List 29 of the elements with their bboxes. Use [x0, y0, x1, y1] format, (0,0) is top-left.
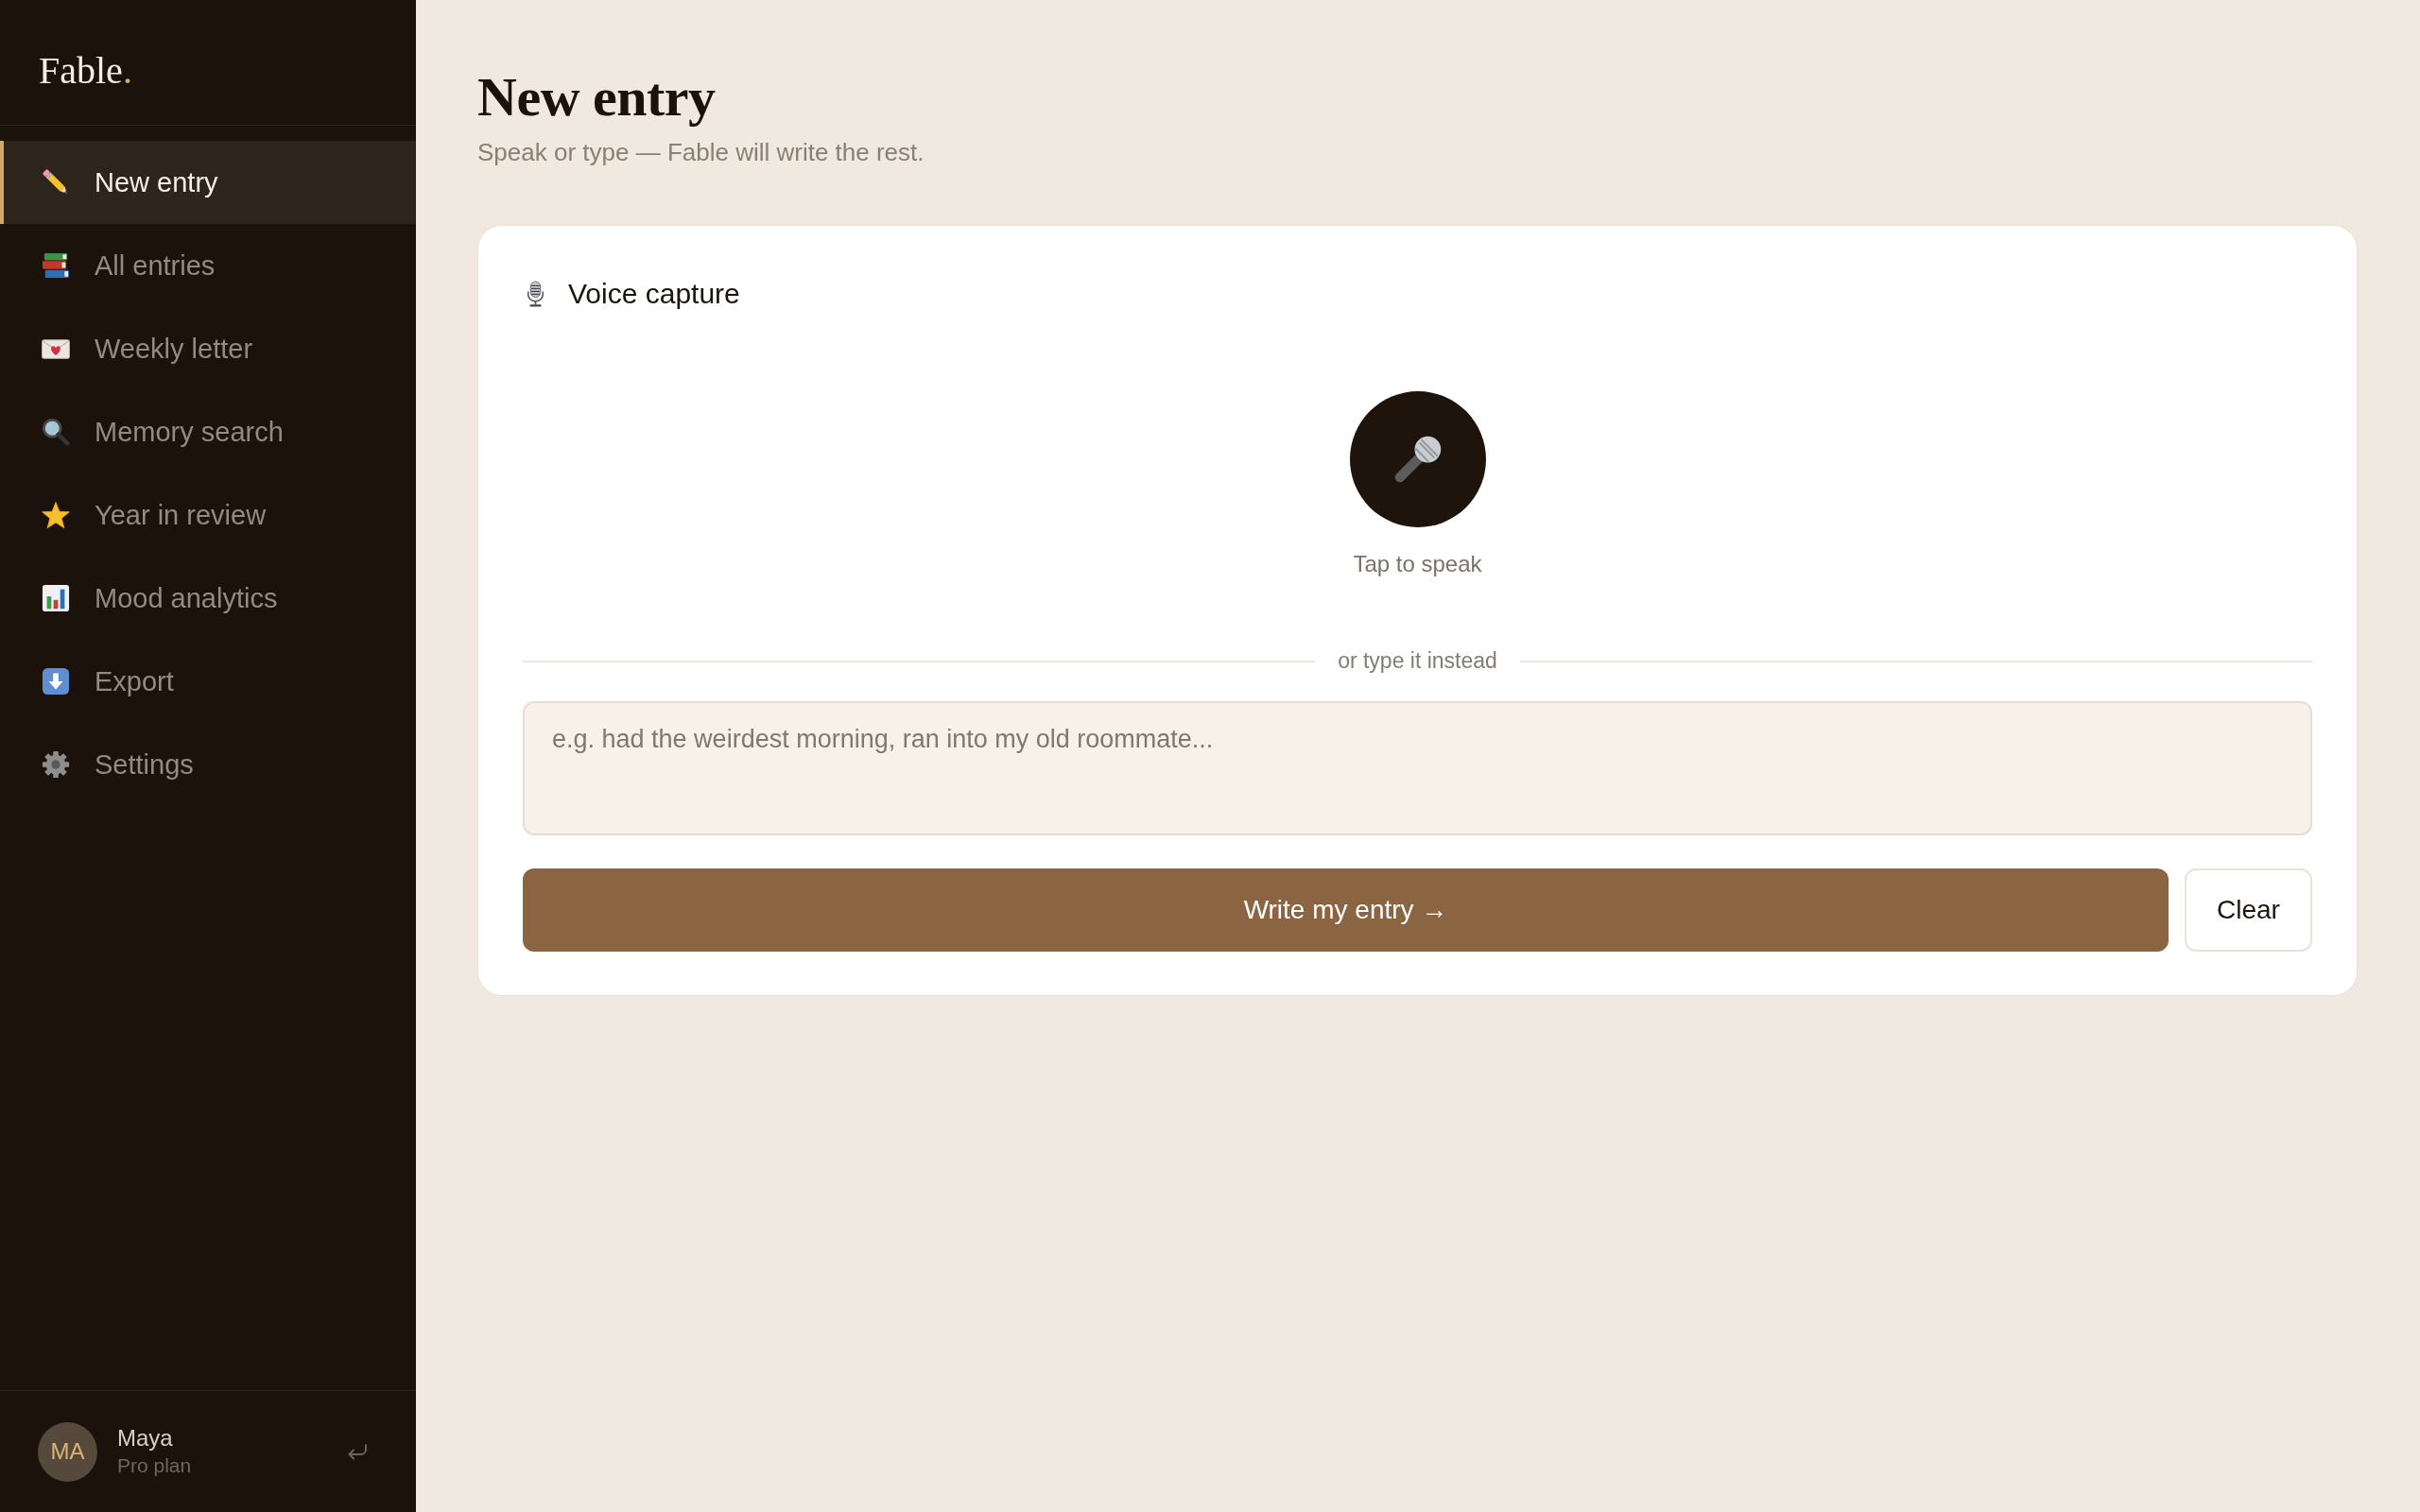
search-icon — [42, 418, 70, 446]
page-title: New entry — [477, 65, 716, 129]
star-icon — [42, 502, 70, 528]
return-arrow-icon[interactable] — [347, 1443, 368, 1460]
nav-item[interactable]: Export — [0, 640, 416, 723]
card-title: Voice capture — [568, 277, 740, 310]
write-entry-button[interactable]: Write my entry → — [523, 868, 2169, 952]
pencil-icon — [42, 168, 70, 197]
bar-chart-icon — [42, 584, 70, 612]
mic-hint: Tap to speak — [1353, 549, 1482, 578]
nav-item[interactable]: All entries — [0, 224, 416, 307]
nav-item[interactable]: Memory search — [0, 390, 416, 473]
clear-button[interactable]: Clear — [2185, 868, 2312, 952]
entry-field[interactable]: e.g. had the weirdest morning, ran into my old roommate... — [523, 700, 2312, 835]
microphone-icon — [1392, 434, 1443, 484]
books-icon — [42, 252, 70, 279]
microphone-icon — [527, 280, 544, 307]
user-plan: Pro plan — [117, 1453, 192, 1479]
nav-item[interactable]: New entry — [0, 141, 416, 224]
divider-label: or type it instead — [1338, 648, 1497, 675]
nav-item[interactable]: Settings — [0, 723, 416, 806]
nav-item[interactable]: Weekly letter — [0, 307, 416, 390]
nav-item[interactable]: Year in review — [0, 473, 416, 557]
nav-item[interactable]: Mood analytics — [0, 557, 416, 640]
user-name: Maya — [117, 1424, 173, 1453]
app-logo: Fable. — [39, 49, 132, 93]
avatar: MA — [38, 1421, 97, 1482]
gear-icon — [42, 750, 70, 779]
page-subtitle: Speak or type — Fable will write the rest. — [477, 136, 925, 168]
